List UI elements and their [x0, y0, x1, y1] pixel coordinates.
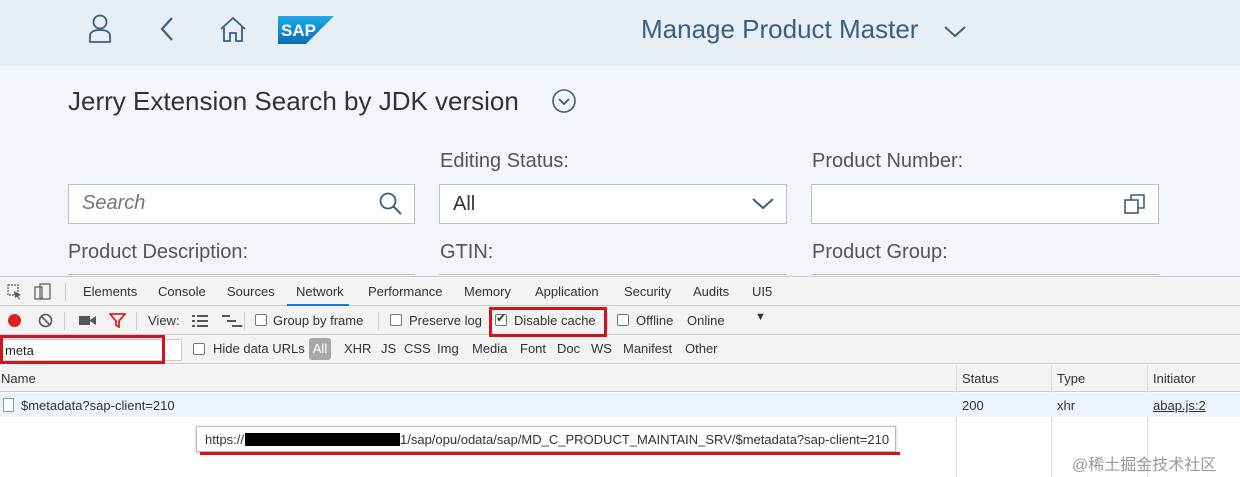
tab-network[interactable]: Network: [296, 284, 344, 299]
tab-memory[interactable]: Memory: [464, 284, 511, 299]
tooltip-url-path: 1/sap/opu/odata/sap/MD_C_PRODUCT_MAINTAI…: [400, 432, 890, 447]
request-name[interactable]: $metadata?sap-client=210: [21, 398, 175, 413]
view-label: View:: [148, 313, 180, 328]
network-filter-input[interactable]: meta: [2, 339, 182, 361]
devtools-panel: Elements Console Sources Network Perform…: [0, 276, 1240, 477]
variant-title[interactable]: Jerry Extension Search by JDK version: [68, 86, 519, 117]
hide-data-urls-checkbox[interactable]: [193, 343, 205, 355]
product-description-label: Product Description:: [68, 241, 249, 263]
editing-status-label: Editing Status:: [440, 150, 569, 172]
hide-data-urls-label[interactable]: Hide data URLs: [213, 341, 305, 356]
product-number-input[interactable]: [811, 184, 1159, 224]
inspect-element-icon[interactable]: [7, 284, 23, 303]
table-row[interactable]: $metadata?sap-client=210 200 xhr abap.js…: [0, 393, 1240, 417]
type-filter-img[interactable]: Img: [437, 341, 459, 356]
request-status: 200: [962, 398, 984, 413]
column-initiator[interactable]: Initiator: [1153, 371, 1196, 386]
sap-logo[interactable]: SAP: [278, 16, 334, 44]
screenshot-camera-icon[interactable]: [79, 314, 96, 330]
file-icon: [3, 398, 14, 412]
type-filter-manifest[interactable]: Manifest: [623, 341, 672, 356]
product-number-label: Product Number:: [812, 150, 964, 172]
tab-console[interactable]: Console: [158, 284, 206, 299]
disable-cache-checkbox[interactable]: [495, 311, 507, 326]
disable-cache-label[interactable]: Disable cache: [514, 313, 596, 328]
type-filter-media[interactable]: Media: [472, 341, 507, 356]
type-filter-js[interactable]: JS: [381, 341, 396, 356]
column-status[interactable]: Status: [962, 371, 999, 386]
highlight-url-underline: [200, 452, 900, 455]
column-name[interactable]: Name: [1, 371, 36, 386]
type-filter-css[interactable]: CSS: [404, 341, 431, 356]
tab-ui5[interactable]: UI5: [752, 284, 772, 299]
column-type[interactable]: Type: [1057, 371, 1085, 386]
throttling-select[interactable]: Online: [687, 313, 725, 328]
url-tooltip: https:// 1/sap/opu/odata/sap/MD_C_PRODUC…: [196, 426, 896, 452]
group-by-frame-checkbox[interactable]: [255, 314, 267, 326]
shell-bar: SAP Manage Product Master: [0, 0, 1240, 66]
device-toolbar-icon[interactable]: [34, 283, 52, 304]
type-filter-xhr[interactable]: XHR: [344, 341, 371, 356]
user-icon[interactable]: [86, 14, 114, 44]
search-input[interactable]: Search: [68, 184, 415, 224]
preserve-log-label[interactable]: Preserve log: [409, 313, 482, 328]
request-type: xhr: [1057, 398, 1076, 413]
request-initiator-link[interactable]: abap.js:2: [1153, 398, 1206, 413]
redacted-host: [245, 433, 400, 446]
back-icon[interactable]: [152, 14, 182, 44]
watermark: @稀土掘金技术社区: [1072, 457, 1217, 474]
editing-status-select[interactable]: All: [439, 184, 787, 224]
type-filter-other[interactable]: Other: [685, 341, 718, 356]
preserve-log-checkbox[interactable]: [390, 314, 402, 326]
large-rows-icon[interactable]: [192, 315, 208, 330]
throttling-dropdown-icon[interactable]: ▼: [755, 311, 766, 323]
network-toolbar: View: Group by frame Preserve log Disabl…: [0, 306, 1240, 335]
value-help-icon[interactable]: [1122, 191, 1148, 217]
tooltip-url-prefix: https://: [205, 432, 245, 447]
group-by-frame-label[interactable]: Group by frame: [273, 313, 363, 328]
filter-bar: Jerry Extension Search by JDK version Se…: [0, 66, 1240, 276]
request-table-header: Name Status Type Initiator: [0, 365, 1240, 392]
type-filter-font[interactable]: Font: [520, 341, 546, 356]
type-filter-doc[interactable]: Doc: [557, 341, 580, 356]
sap-logo-text: SAP: [281, 21, 316, 40]
editing-status-value: All: [453, 193, 476, 215]
waterfall-icon[interactable]: [222, 315, 242, 330]
variant-chevron-icon[interactable]: [551, 88, 577, 114]
tab-audits[interactable]: Audits: [693, 284, 729, 299]
chevron-down-icon[interactable]: [943, 21, 967, 41]
product-group-label: Product Group:: [812, 241, 948, 263]
offline-checkbox[interactable]: [617, 314, 629, 326]
search-placeholder: Search: [82, 192, 146, 214]
search-icon[interactable]: [378, 191, 404, 217]
clear-icon[interactable]: [38, 313, 53, 331]
offline-label[interactable]: Offline: [636, 313, 673, 328]
home-icon[interactable]: [216, 14, 250, 44]
filter-funnel-icon[interactable]: [108, 313, 127, 331]
devtools-tab-bar: Elements Console Sources Network Perform…: [0, 276, 1240, 306]
tab-performance[interactable]: Performance: [368, 284, 442, 299]
record-icon[interactable]: [8, 314, 21, 327]
gtin-label: GTIN:: [440, 241, 494, 263]
tab-application[interactable]: Application: [535, 284, 599, 299]
tab-security[interactable]: Security: [624, 284, 671, 299]
type-filter-ws[interactable]: WS: [591, 341, 612, 356]
tab-sources[interactable]: Sources: [227, 284, 275, 299]
network-filter-row: meta Hide data URLs All XHR JS CSS Img M…: [0, 335, 1240, 364]
type-filter-all[interactable]: All: [309, 338, 331, 360]
app-title[interactable]: Manage Product Master: [641, 14, 918, 45]
tab-elements[interactable]: Elements: [83, 284, 137, 299]
chevron-down-icon[interactable]: [750, 194, 776, 220]
